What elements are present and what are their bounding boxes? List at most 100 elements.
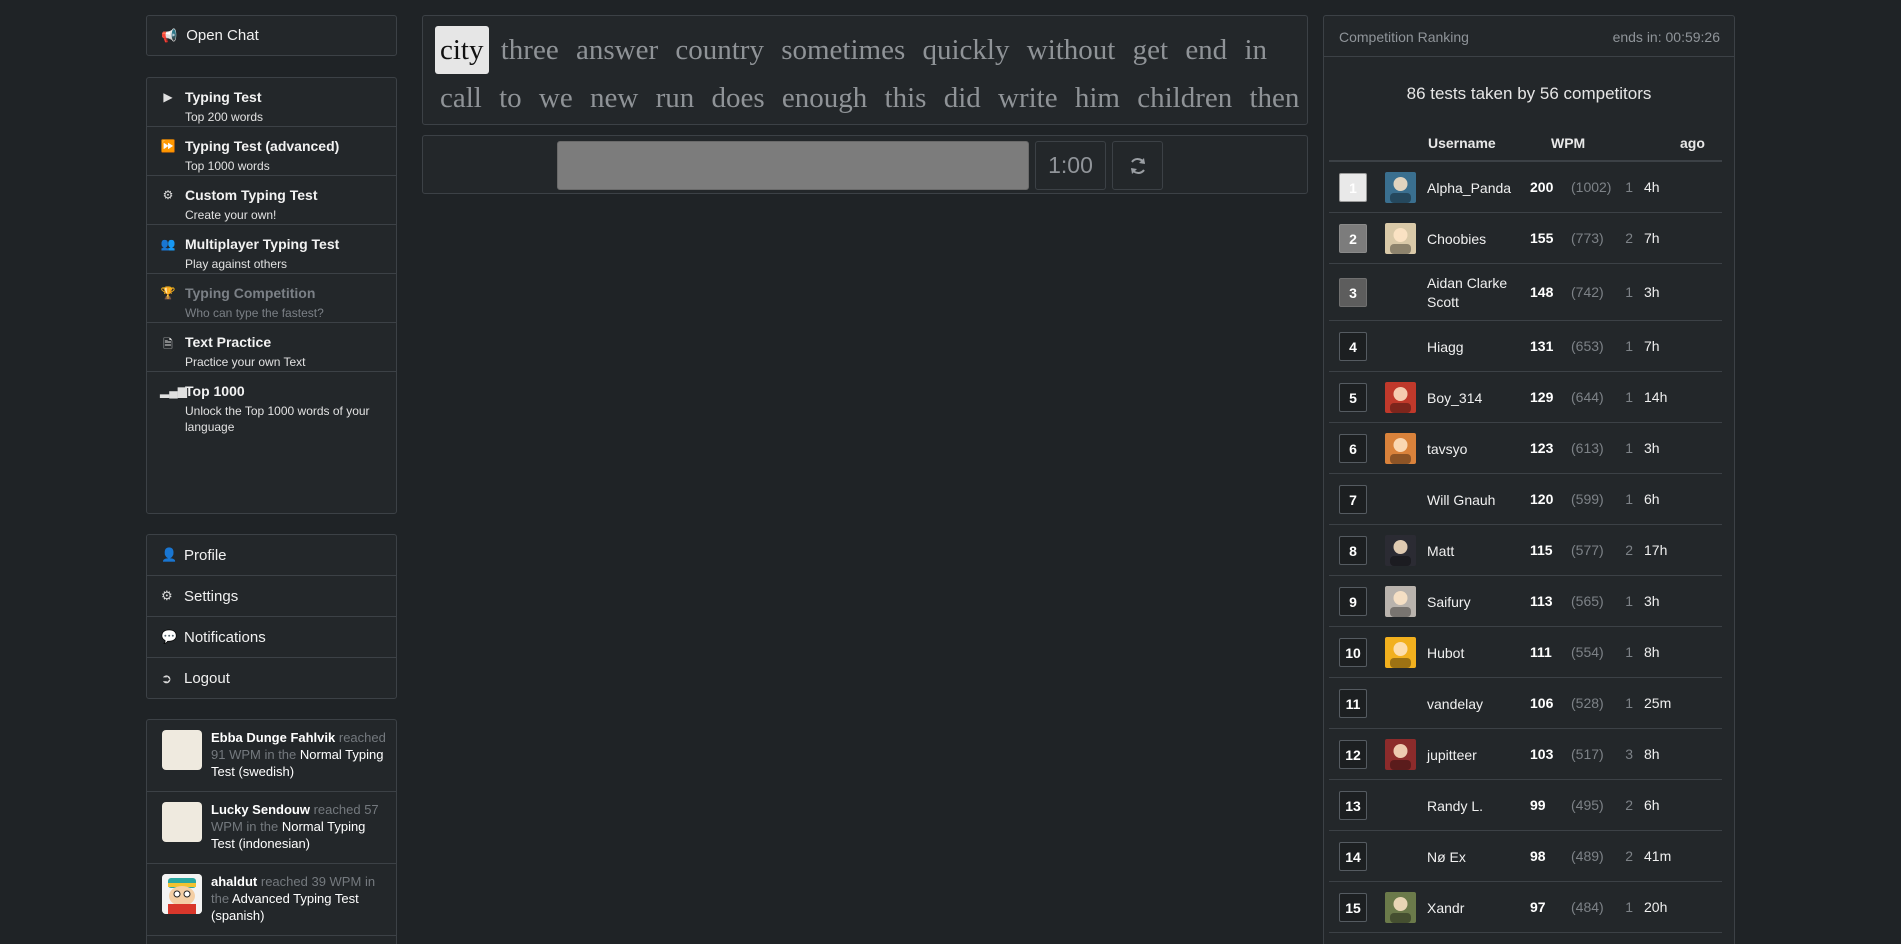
- user-icon: 👤: [161, 547, 178, 562]
- avatar[interactable]: [162, 874, 202, 914]
- nav-item-text-practice[interactable]: 🗎 Text Practice Practice your own Text: [147, 323, 396, 372]
- nav-item-subtitle: Who can type the fastest?: [185, 306, 324, 320]
- rank-keystrokes: (495): [1571, 797, 1604, 813]
- nav-item-typing-test-advanced[interactable]: ⏩ Typing Test (advanced) Top 1000 words: [147, 127, 396, 176]
- avatar[interactable]: [1385, 223, 1416, 254]
- ranking-row: 4 Hiagg 131 (653) 1 7h: [1329, 321, 1722, 372]
- rank-username[interactable]: Nø Ex: [1427, 848, 1522, 867]
- menu-item-settings[interactable]: ⚙ Settings: [147, 576, 396, 617]
- rank-ago: 20h: [1644, 899, 1668, 915]
- rank-keystrokes: (484): [1571, 899, 1604, 915]
- menu-item-logout[interactable]: ➲ Logout: [147, 658, 396, 699]
- rank-wpm: 115: [1530, 542, 1553, 558]
- rank-wpm: 120: [1530, 491, 1554, 507]
- rank-username[interactable]: Aidan Clarke Scott: [1427, 274, 1522, 312]
- rank-ago: 6h: [1644, 797, 1660, 813]
- rank-attempts: 1: [1625, 179, 1633, 195]
- rank-keystrokes: (1002): [1571, 179, 1612, 195]
- ranking-row: 5 Boy_314 129 (644) 1 14h: [1329, 372, 1722, 423]
- rank-username[interactable]: jupitteer: [1427, 746, 1522, 765]
- rank-attempts: 2: [1625, 230, 1633, 246]
- avatar[interactable]: [1385, 637, 1416, 668]
- rank-username[interactable]: Xandr: [1427, 899, 1522, 918]
- rank-attempts: 1: [1625, 593, 1633, 609]
- countdown-timer: 1:00: [1035, 141, 1106, 190]
- rank-username[interactable]: Randy L.: [1427, 797, 1522, 816]
- ranking-row: 9 Saifury 113 (565) 1 3h: [1329, 576, 1722, 627]
- rank-keystrokes: (613): [1571, 440, 1604, 456]
- rank-username[interactable]: Hubot: [1427, 644, 1522, 663]
- rank-username[interactable]: Will Gnauh: [1427, 491, 1522, 510]
- rank-badge: 7: [1339, 485, 1367, 514]
- rank-username[interactable]: Alpha_Panda: [1427, 179, 1522, 198]
- rank-attempts: 2: [1625, 542, 1633, 558]
- menu-item-notifications[interactable]: 💬 Notifications: [147, 617, 396, 658]
- rank-username[interactable]: tavsyo: [1427, 440, 1522, 459]
- ranking-row: 13 Randy L. 99 (495) 2 6h: [1329, 780, 1722, 831]
- ranking-row: 2 Choobies 155 (773) 2 7h: [1329, 213, 1722, 264]
- open-chat-button[interactable]: 📢 Open Chat: [146, 15, 397, 56]
- nav-item-top-1000[interactable]: ▂▄▆ Top 1000 Unlock the Top 1000 words of …: [147, 372, 396, 434]
- rank-keystrokes: (554): [1571, 644, 1604, 660]
- rank-wpm: 106: [1530, 695, 1554, 711]
- ranking-row: 3 Aidan Clarke Scott 148 (742) 1 3h: [1329, 264, 1722, 321]
- word: enough: [781, 82, 868, 114]
- rank-username[interactable]: Hiagg: [1427, 338, 1522, 357]
- ranking-row: 12 jupitteer 103 (517) 3 8h: [1329, 729, 1722, 780]
- feed-user[interactable]: ahaldut: [211, 874, 257, 889]
- rank-username[interactable]: Boy_314: [1427, 389, 1522, 408]
- rank-ago: 41m: [1644, 848, 1672, 864]
- word: him: [1074, 82, 1120, 114]
- ranking-title: Competition Ranking: [1339, 29, 1469, 45]
- ranking-row: 8 Matt 115 (577) 2 17h: [1329, 525, 1722, 576]
- avatar[interactable]: [1385, 586, 1416, 617]
- test-nav-menu: ▶ Typing Test Top 200 words ⏩ Typing Test (a…: [146, 77, 397, 514]
- word: without: [1026, 34, 1116, 66]
- feed-test[interactable]: Advanced Typing Test (spanish): [211, 891, 359, 923]
- feed-text: Ebba Dunge Fahlvik reached 91 WPM in the…: [211, 729, 391, 780]
- feed-user[interactable]: Lucky Sendouw: [211, 802, 310, 817]
- nav-item-custom-typing-test[interactable]: ⚙ Custom Typing Test Create your own!: [147, 176, 396, 225]
- rank-ago: 8h: [1644, 746, 1660, 762]
- feed-item: Lucky Sendouw reached 57 WPM in the Norm…: [147, 792, 396, 864]
- avatar[interactable]: [162, 802, 202, 842]
- word-list: city three answer country sometimes quic…: [435, 26, 1305, 122]
- rank-badge: 8: [1339, 536, 1367, 565]
- menu-item-profile[interactable]: 👤 Profile: [147, 535, 396, 576]
- rank-badge: 5: [1339, 383, 1367, 412]
- rank-attempts: 3: [1625, 746, 1633, 762]
- word: run: [655, 82, 695, 114]
- rank-attempts: 1: [1625, 284, 1633, 300]
- typing-input[interactable]: [557, 141, 1029, 190]
- nav-item-typing-test[interactable]: ▶ Typing Test Top 200 words: [147, 78, 396, 127]
- rank-wpm: 155: [1530, 230, 1554, 246]
- feed-in-the: in the: [264, 747, 297, 762]
- signal-bars-icon: ▂▄▆: [160, 384, 187, 398]
- word: then: [1249, 82, 1300, 114]
- rank-ago: 14h: [1644, 389, 1668, 405]
- account-menu: 👤 Profile ⚙ Settings 💬 Notifications ➲ Logout: [146, 534, 397, 699]
- word: did: [943, 82, 981, 114]
- logout-icon: ➲: [161, 670, 172, 686]
- rank-badge: 2: [1339, 224, 1367, 253]
- feed-user[interactable]: Ebba Dunge Fahlvik: [211, 730, 335, 745]
- avatar[interactable]: [1385, 382, 1416, 413]
- word: three: [500, 34, 559, 66]
- rank-username[interactable]: vandelay: [1427, 695, 1522, 714]
- avatar[interactable]: [162, 730, 202, 770]
- nav-item-multiplayer-typing-test[interactable]: 👥 Multiplayer Typing Test Play against oth…: [147, 225, 396, 274]
- avatar[interactable]: [1385, 892, 1416, 923]
- avatar[interactable]: [1385, 172, 1416, 203]
- rank-username[interactable]: Matt: [1427, 542, 1522, 561]
- rank-ago: 3h: [1644, 284, 1660, 300]
- rank-username[interactable]: Saifury: [1427, 593, 1522, 612]
- word: we: [538, 82, 573, 114]
- avatar[interactable]: [1385, 739, 1416, 770]
- activity-feed: Ebba Dunge Fahlvik reached 91 WPM in the…: [146, 719, 397, 944]
- avatar[interactable]: [1385, 433, 1416, 464]
- restart-button[interactable]: [1112, 141, 1163, 190]
- avatar[interactable]: [1385, 535, 1416, 566]
- open-chat-label: Open Chat: [186, 27, 259, 44]
- rank-keystrokes: (565): [1571, 593, 1604, 609]
- rank-username[interactable]: Choobies: [1427, 230, 1522, 249]
